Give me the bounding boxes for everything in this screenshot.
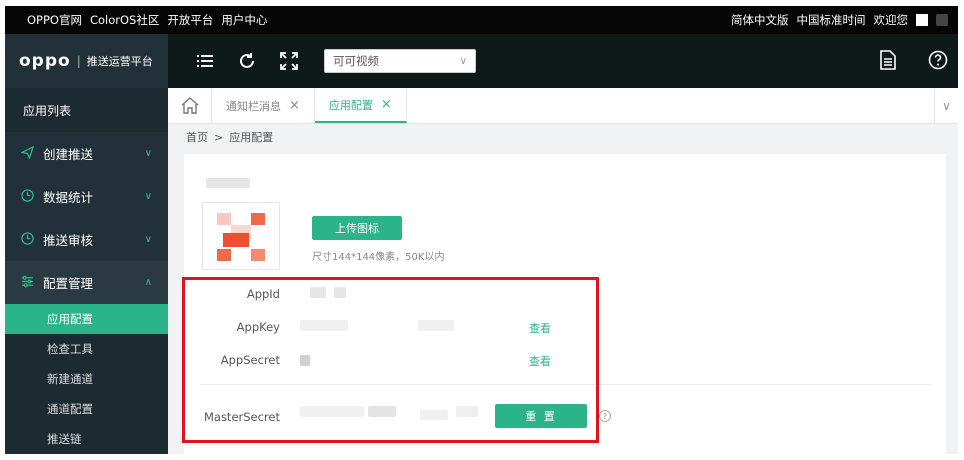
tab-label: 应用配置: [328, 98, 373, 112]
top-links: OPPO官网 ColorOS社区 开放平台 用户中心: [5, 12, 267, 28]
language-switch[interactable]: 简体中文版: [731, 12, 789, 28]
tab-bar: 通知栏消息 × 应用配置 × ∨: [168, 88, 958, 124]
upload-hint: 尺寸144*144像素，50K以内: [312, 252, 445, 263]
header-toolbar: 可可视频 ∨: [168, 34, 958, 88]
link-oppo-official[interactable]: OPPO官网: [27, 12, 82, 28]
header-right: [880, 50, 948, 73]
document-icon[interactable]: [880, 50, 896, 73]
welcome-text: 欢迎您: [873, 13, 909, 27]
tab-label: 通知栏消息: [226, 99, 281, 113]
app-name-redacted: [206, 178, 250, 188]
sidebar: 应用列表 创建推送 ∨ 数据统计 ∨ 推送审核 ∨ 配置管理 ∧ 应用配置 检查…: [5, 88, 168, 454]
menu-data-stats[interactable]: 数据统计 ∨: [5, 175, 168, 218]
top-right: 简体中文版 中国标准时间 欢迎您: [731, 12, 958, 28]
submenu-new-channel[interactable]: 新建通道: [5, 364, 168, 394]
menu-label: 推送审核: [43, 233, 94, 248]
timezone-label[interactable]: 中国标准时间: [797, 12, 866, 28]
menu-label: 创建推送: [43, 147, 94, 162]
tab-notification-message[interactable]: 通知栏消息 ×: [212, 88, 315, 123]
chevron-up-icon: ∧: [144, 277, 152, 288]
breadcrumb-separator: >: [214, 130, 224, 144]
breadcrumb-home[interactable]: 首页: [186, 129, 208, 145]
chevron-down-icon: ∨: [144, 191, 152, 202]
submenu-push-chain[interactable]: 推送链: [5, 424, 168, 454]
chevron-down-icon: ∨: [144, 234, 152, 245]
oppo-logo: oppo: [19, 51, 71, 71]
platform-name: 推送运营平台: [86, 55, 153, 68]
user-menu-icon[interactable]: [936, 14, 948, 26]
menu-icon[interactable]: [194, 50, 216, 72]
send-icon: [19, 145, 35, 162]
menu-create-push[interactable]: 创建推送 ∨: [5, 132, 168, 175]
submenu-app-config[interactable]: 应用配置: [5, 304, 168, 334]
app-select-value: 可可视频: [333, 54, 379, 68]
close-icon[interactable]: ×: [381, 97, 392, 112]
clock-icon: [19, 188, 35, 205]
user-avatar[interactable]: [916, 14, 928, 26]
submenu-check-tool[interactable]: 检查工具: [5, 334, 168, 364]
home-icon[interactable]: [168, 88, 212, 123]
menu-label: 数据统计: [43, 190, 94, 205]
sliders-icon: [19, 275, 35, 291]
menu-push-review[interactable]: 推送审核 ∨: [5, 218, 168, 261]
app-list-link[interactable]: 应用列表: [5, 88, 168, 132]
link-user-center[interactable]: 用户中心: [221, 12, 267, 28]
breadcrumb-current: 应用配置: [229, 131, 274, 144]
breadcrumb: 首页 > 应用配置: [186, 129, 273, 145]
fullscreen-icon[interactable]: [278, 50, 300, 72]
upload-icon-button[interactable]: 上传图标: [312, 216, 402, 240]
clock-icon: [19, 231, 35, 248]
submenu-channel-config[interactable]: 通道配置: [5, 394, 168, 424]
highlight-box: [182, 277, 599, 443]
help-icon[interactable]: [928, 50, 948, 73]
refresh-icon[interactable]: [236, 50, 258, 72]
menu-label: 配置管理: [43, 276, 94, 291]
chevron-down-icon: ∨: [459, 55, 467, 67]
menu-config-manage[interactable]: 配置管理 ∧: [5, 261, 168, 304]
chevron-down-icon[interactable]: ∨: [934, 88, 958, 123]
app-icon-image: [202, 202, 280, 270]
link-open-platform[interactable]: 开放平台: [167, 12, 213, 28]
app-select[interactable]: 可可视频 ∨: [324, 49, 476, 73]
help-icon[interactable]: ?: [599, 410, 611, 422]
header: oppo | 推送运营平台 可可视频 ∨: [5, 34, 958, 88]
link-coloros-community[interactable]: ColorOS社区: [90, 12, 159, 28]
brand: oppo | 推送运营平台: [5, 34, 168, 88]
brand-separator: |: [76, 54, 81, 68]
close-icon[interactable]: ×: [289, 98, 300, 113]
tab-app-config[interactable]: 应用配置 ×: [314, 88, 407, 123]
chevron-down-icon: ∨: [144, 148, 152, 159]
top-bar: OPPO官网 ColorOS社区 开放平台 用户中心 简体中文版 中国标准时间 …: [5, 6, 958, 34]
